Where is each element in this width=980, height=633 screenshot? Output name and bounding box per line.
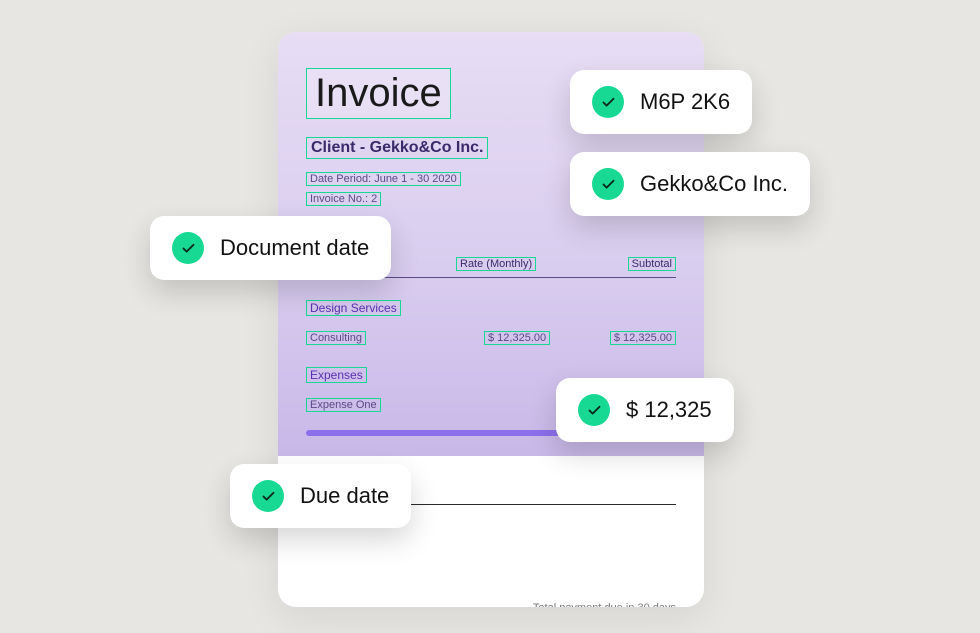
check-icon: [592, 86, 624, 118]
check-icon: [592, 168, 624, 200]
chip-company: Gekko&Co Inc.: [570, 152, 810, 216]
line-item-name: Expense One: [306, 398, 381, 412]
chip-label: $ 12,325: [626, 397, 712, 423]
client-line: Client - Gekko&Co Inc.: [306, 137, 488, 159]
invoice-title: Invoice: [306, 68, 451, 119]
section-expenses: Expenses: [306, 367, 367, 383]
check-icon: [252, 480, 284, 512]
chip-label: Due date: [300, 483, 389, 509]
payment-note: Total payment due in 30 days: [306, 602, 676, 607]
chip-document-date: Document date: [150, 216, 391, 280]
chip-label: M6P 2K6: [640, 89, 730, 115]
check-icon: [578, 394, 610, 426]
line-item-consulting: Consulting $ 12,325.00 $ 12,325.00: [306, 331, 676, 345]
check-icon: [172, 232, 204, 264]
invoice-number: Invoice No.: 2: [306, 192, 381, 206]
section-design-services: Design Services: [306, 300, 401, 316]
chip-label: Gekko&Co Inc.: [640, 171, 788, 197]
chip-amount: $ 12,325: [556, 378, 734, 442]
column-rate: Rate (Monthly): [456, 257, 536, 271]
line-item-subtotal: $ 12,325.00: [610, 331, 676, 345]
chip-label: Document date: [220, 235, 369, 261]
line-item-rate: $ 12,325.00: [484, 331, 550, 345]
chip-due-date: Due date: [230, 464, 411, 528]
line-item-name: Consulting: [306, 331, 366, 345]
chip-postal-code: M6P 2K6: [570, 70, 752, 134]
column-subtotal: Subtotal: [628, 257, 676, 271]
date-period: Date Period: June 1 - 30 2020: [306, 172, 461, 186]
